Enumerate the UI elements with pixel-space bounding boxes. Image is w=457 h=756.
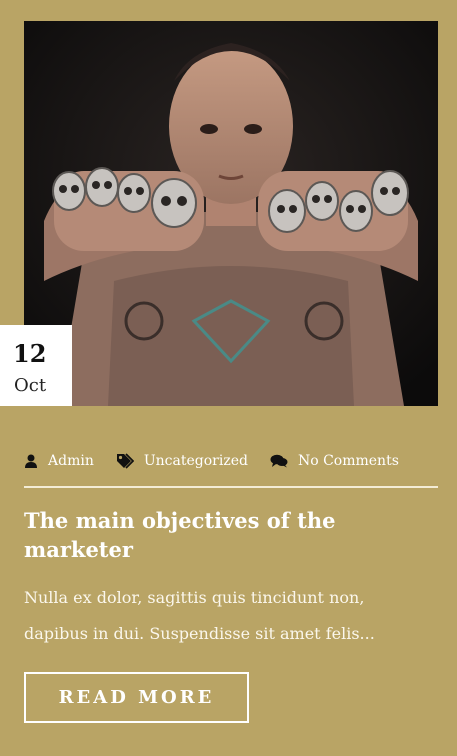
post-comments-link[interactable]: No Comments [270, 453, 399, 469]
comments-icon [270, 454, 288, 468]
meta-divider [24, 486, 438, 488]
post-meta: Admin Uncategorized No Comments [24, 448, 438, 474]
post-excerpt: Nulla ex dolor, sagittis quis tincidunt … [24, 588, 375, 643]
featured-image[interactable] [24, 21, 438, 406]
post-category: Uncategorized [143, 453, 248, 469]
post-date-badge: 12 Oct [0, 325, 72, 406]
post-author-link[interactable]: Admin [24, 453, 94, 469]
read-more-button[interactable]: READ MORE [24, 672, 249, 723]
user-icon [25, 454, 37, 468]
tags-icon [116, 453, 134, 469]
post-author: Admin [48, 453, 94, 469]
blog-post-card: 12 Oct Admin Uncategorized No Comments T… [0, 0, 457, 756]
post-category-link[interactable]: Uncategorized [116, 453, 248, 469]
post-date-day: 12 [13, 339, 47, 368]
post-title[interactable]: The main objectives of the marketer [24, 506, 424, 564]
post-comments: No Comments [297, 453, 399, 469]
post-date-month: Oct [14, 375, 47, 396]
tattooed-man-photo [24, 21, 438, 406]
